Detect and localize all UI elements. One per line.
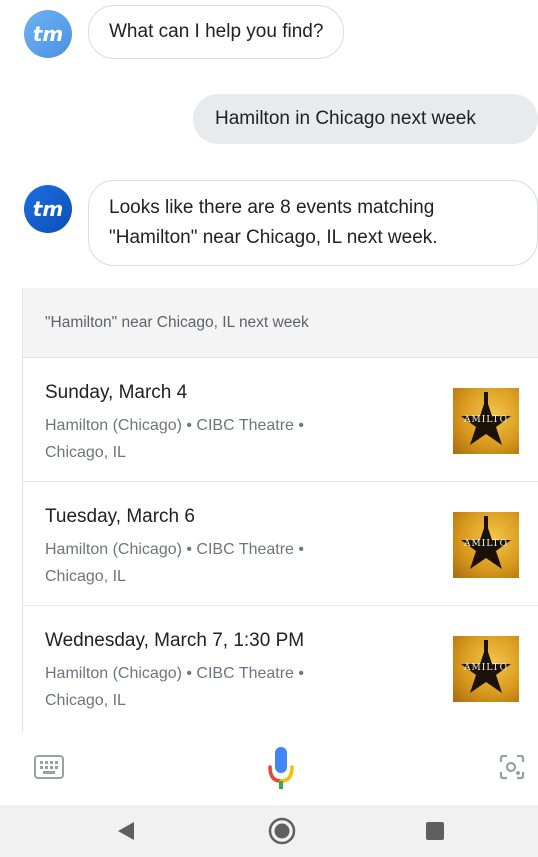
event-city: Chicago, IL [45,692,126,709]
event-venue: Hamilton (Chicago) • CIBC Theatre • [45,417,304,434]
event-city: Chicago, IL [45,444,126,461]
event-thumbnail[interactable]: AMILTO [453,636,519,702]
home-circle-icon[interactable] [268,817,296,845]
event-meta: Hamilton (Chicago) • CIBC Theatre • Chic… [45,660,375,714]
system-navigation-bar [0,805,538,857]
assistant-avatar: tm [24,10,72,58]
event-results-card: "Hamilton" near Chicago, IL next week Su… [22,288,538,733]
response-line-1: Looks like there are 8 events matching [109,197,435,218]
event-date: Sunday, March 4 [45,382,188,403]
keyboard-icon[interactable] [34,755,64,779]
thumb-title: AMILTO [464,415,508,425]
event-meta: Hamilton (Chicago) • CIBC Theatre • Chic… [45,412,375,466]
assistant-avatar: tm [24,185,72,233]
event-venue: Hamilton (Chicago) • CIBC Theatre • [45,541,304,558]
assistant-response-row: tm Looks like there are 8 events matchin… [0,180,538,270]
response-line-2: "Hamilton" near Chicago, IL next week. [109,227,438,248]
assistant-greeting-bubble: What can I help you find? [88,5,345,59]
event-item[interactable]: Sunday, March 4 Hamilton (Chicago) • CIB… [23,358,538,482]
assistant-response-bubble: Looks like there are 8 events matching "… [88,180,538,266]
thumb-title: AMILTO [464,663,508,673]
assistant-greeting-row: tm What can I help you find? [0,0,538,70]
user-query-row: Hamilton in Chicago next week [0,94,538,146]
user-query-bubble: Hamilton in Chicago next week [193,94,538,144]
back-triangle-icon[interactable] [117,821,135,841]
event-meta: Hamilton (Chicago) • CIBC Theatre • Chic… [45,536,375,590]
lens-icon[interactable] [498,753,526,781]
event-city: Chicago, IL [45,568,126,585]
event-item[interactable]: Tuesday, March 6 Hamilton (Chicago) • CI… [23,482,538,606]
event-date: Wednesday, March 7, 1:30 PM [45,630,305,651]
event-thumbnail[interactable]: AMILTO [453,388,519,454]
event-item[interactable]: Wednesday, March 7, 1:30 PM Hamilton (Ch… [23,606,538,730]
event-thumbnail[interactable]: AMILTO [453,512,519,578]
microphone-icon[interactable] [267,745,295,791]
results-header: "Hamilton" near Chicago, IL next week [23,288,538,358]
thumb-title: AMILTO [464,539,508,549]
assistant-input-bar [0,733,538,805]
recents-square-icon[interactable] [426,822,444,840]
event-date: Tuesday, March 6 [45,506,195,527]
event-venue: Hamilton (Chicago) • CIBC Theatre • [45,665,304,682]
